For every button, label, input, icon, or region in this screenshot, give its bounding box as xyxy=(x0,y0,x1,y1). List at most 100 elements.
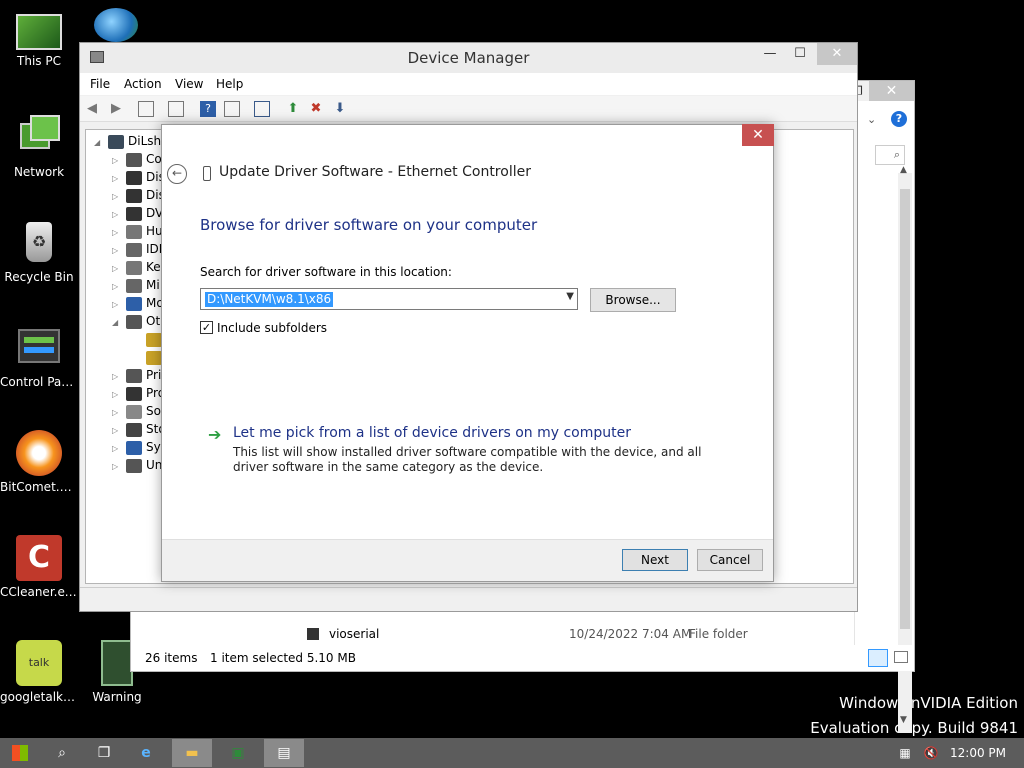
maximize-button[interactable]: ☐ xyxy=(785,43,815,65)
details-view-icon[interactable] xyxy=(868,649,888,667)
network-disconnected-icon[interactable]: ▦ xyxy=(896,744,914,762)
back-arrow-icon[interactable]: ◀ xyxy=(84,101,100,117)
task-view-icon[interactable]: ❐ xyxy=(84,739,124,767)
expand-arrow-icon[interactable]: ▷ xyxy=(112,444,126,453)
desktop-icon-network[interactable]: Network xyxy=(0,115,78,179)
device-category-icon xyxy=(126,188,142,203)
forward-arrow-icon[interactable]: ▶ xyxy=(108,101,124,117)
expand-arrow-icon[interactable]: ▷ xyxy=(112,156,126,165)
expand-arrow-icon[interactable]: ▷ xyxy=(112,408,126,417)
volume-muted-icon[interactable]: 🔇 xyxy=(922,744,940,762)
device-category-icon xyxy=(126,458,142,473)
tree-item[interactable]: ▷ Sto xyxy=(112,422,166,440)
tree-item[interactable]: ▷ Pro xyxy=(112,386,165,404)
large-icons-view-icon[interactable] xyxy=(894,651,908,663)
device-category-icon xyxy=(126,422,142,437)
device-manager-taskbar-icon[interactable]: ▤ xyxy=(264,739,304,767)
tree-item[interactable]: ▷ Dis xyxy=(112,188,165,206)
store-icon[interactable]: ▣ xyxy=(218,739,258,767)
expand-arrow-icon[interactable]: ▷ xyxy=(112,210,126,219)
update-driver-icon[interactable]: ⬆ xyxy=(285,101,301,117)
search-icon[interactable]: ⌕ xyxy=(875,145,905,165)
expand-arrow-icon[interactable]: ▷ xyxy=(112,282,126,291)
expand-arrow-icon[interactable]: ▷ xyxy=(112,174,126,183)
tree-item[interactable]: ◢ Ot xyxy=(112,314,160,332)
chevron-down-icon[interactable]: ▼ xyxy=(566,291,574,302)
scroll-up-arrow[interactable]: ▲ xyxy=(900,165,907,175)
explorer-close-button[interactable]: ✕ xyxy=(869,81,914,101)
expand-arrow-icon[interactable]: ▷ xyxy=(112,390,126,399)
start-button[interactable] xyxy=(0,739,40,767)
cancel-button[interactable]: Cancel xyxy=(697,549,763,571)
chevron-down-icon[interactable]: ⌄ xyxy=(867,113,876,126)
file-explorer-taskbar-icon[interactable]: ▬ xyxy=(172,739,212,767)
expand-arrow-icon[interactable]: ▷ xyxy=(112,300,126,309)
expand-arrow-icon[interactable]: ▷ xyxy=(112,246,126,255)
menu-file[interactable]: File xyxy=(90,77,110,91)
tree-item[interactable]: ▷ Mi xyxy=(112,278,160,296)
menu-view[interactable]: View xyxy=(175,77,203,91)
explorer-statusbar: 26 items 1 item selected 5.10 MB xyxy=(131,645,914,671)
menu-action[interactable]: Action xyxy=(124,77,162,91)
search-icon[interactable]: ⌕ xyxy=(42,739,82,767)
tree-item[interactable]: ▷ Un xyxy=(112,458,162,476)
include-subfolders-label[interactable]: Include subfolders xyxy=(217,321,327,335)
device-manager-titlebar[interactable]: Device Manager — ☐ ✕ xyxy=(80,43,857,73)
show-hide-tree-icon[interactable] xyxy=(138,101,154,117)
green-arrow-icon: ➔ xyxy=(208,425,222,444)
desktop-icon-control-panel[interactable]: Control Panel xyxy=(0,325,78,389)
help-icon[interactable]: ? xyxy=(891,111,907,127)
expand-arrow-icon[interactable]: ▷ xyxy=(112,264,126,273)
tree-item[interactable]: ▷ Mo xyxy=(112,296,164,314)
tree-item[interactable]: ▷ So xyxy=(112,404,161,422)
expand-arrow-icon[interactable]: ▷ xyxy=(112,462,126,471)
scroll-down-arrow[interactable]: ▼ xyxy=(900,715,907,725)
properties-icon[interactable] xyxy=(168,101,184,117)
expand-arrow-icon[interactable]: ▷ xyxy=(112,228,126,237)
desktop-icon-this-pc[interactable]: This PC xyxy=(0,10,78,68)
back-button[interactable]: ← xyxy=(167,164,187,184)
driver-path-combobox[interactable]: D:\NetKVM\w8.1\x86 ▼ xyxy=(200,288,578,310)
action-pane-icon[interactable] xyxy=(224,101,240,117)
explorer-scroll-thumb[interactable] xyxy=(900,189,910,629)
desktop-icon-ccleaner[interactable]: C CCleaner.exe xyxy=(0,535,78,599)
tree-item[interactable]: ▷ Pri xyxy=(112,368,161,386)
desktop-icon-googletalk[interactable]: talk googletalk.... xyxy=(0,640,78,704)
desktop-icon-bitcomet[interactable]: BitComet.exe xyxy=(0,430,78,494)
close-button[interactable]: ✕ xyxy=(817,43,857,65)
status-item-count: 26 items xyxy=(145,651,198,665)
tree-item[interactable]: ▷ Co xyxy=(112,152,162,170)
include-subfolders-checkbox[interactable]: ✓ xyxy=(200,321,213,334)
device-category-icon xyxy=(126,314,142,329)
tree-item[interactable]: ▷ Dis xyxy=(112,170,165,188)
tree-item[interactable]: ▷ IDE xyxy=(112,242,166,260)
expand-arrow-icon[interactable]: ◢ xyxy=(112,318,126,327)
scan-hardware-icon[interactable] xyxy=(254,101,270,117)
update-driver-dialog[interactable]: ✕ ← Update Driver Software - Ethernet Co… xyxy=(161,124,774,582)
expand-arrow-icon[interactable]: ▷ xyxy=(112,192,126,201)
tree-item[interactable]: ▷ Hu xyxy=(112,224,163,242)
desktop-icon-recycle-bin[interactable]: ♻ Recycle Bin xyxy=(0,220,78,284)
tree-item[interactable]: ▷ Sys xyxy=(112,440,167,458)
device-category-icon xyxy=(126,224,142,239)
expand-arrow-icon[interactable]: ▷ xyxy=(112,372,126,381)
dialog-heading: Browse for driver software on your compu… xyxy=(200,216,538,234)
help-icon[interactable]: ? xyxy=(200,101,216,117)
taskbar-clock[interactable]: 12:00 PM xyxy=(950,746,1006,760)
uninstall-icon[interactable]: ✖ xyxy=(308,101,324,117)
idm-icon[interactable] xyxy=(94,8,138,42)
file-row[interactable]: vioserial 10/24/2022 7:04 AM File folder xyxy=(307,624,907,644)
tree-item[interactable]: ▷ DV xyxy=(112,206,163,224)
next-button[interactable]: Next xyxy=(622,549,688,571)
dialog-close-button[interactable]: ✕ xyxy=(742,124,774,146)
minimize-button[interactable]: — xyxy=(755,43,785,65)
tree-item[interactable]: ▷ Ke xyxy=(112,260,161,278)
browse-button[interactable]: Browse... xyxy=(590,288,676,312)
tree-root[interactable]: ◢ DiLsha xyxy=(94,134,168,152)
pick-from-list-link[interactable]: Let me pick from a list of device driver… xyxy=(233,425,631,441)
enable-device-icon[interactable]: ⬇ xyxy=(332,101,348,117)
menu-help[interactable]: Help xyxy=(216,77,243,91)
toolbar: ◀ ▶ ? ⬆ ✖ ⬇ xyxy=(80,96,857,122)
internet-explorer-icon[interactable]: e xyxy=(126,739,166,767)
expand-arrow-icon[interactable]: ▷ xyxy=(112,426,126,435)
